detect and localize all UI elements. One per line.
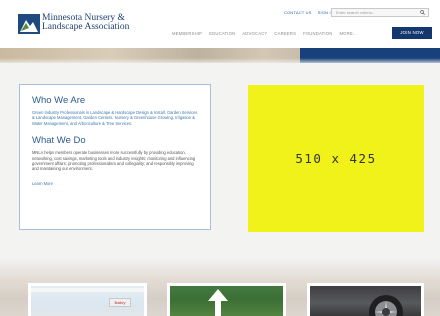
nursery-sign: Bailey	[109, 298, 131, 307]
nursery-sign-text: Bailey	[114, 300, 126, 305]
page: Minnesota Nursery & Landscape Associatio…	[0, 0, 440, 316]
nav-more[interactable]: MORE...	[339, 31, 356, 36]
contact-us-link[interactable]: CONTACT US	[284, 10, 312, 15]
nav-membership[interactable]: MEMBERSHIP	[172, 31, 202, 36]
up-arrow-icon	[208, 289, 228, 316]
utility-links: CONTACT US SIGN IN	[284, 10, 334, 15]
learn-more-link[interactable]: Learn More	[32, 181, 198, 186]
who-we-are-text[interactable]: Green Industry Professionals in Landscap…	[32, 110, 198, 126]
nav-careers[interactable]: CAREERS	[274, 31, 296, 36]
nav-advocacy[interactable]: ADVOCACY	[242, 31, 267, 36]
nav-education[interactable]: EDUCATION	[209, 31, 235, 36]
search-placeholder: Enter search criteria...	[336, 10, 376, 15]
logo-line-2: Landscape Association	[42, 22, 130, 32]
about-panel: Who We Are Green Industry Professionals …	[19, 84, 211, 230]
ad-size-label: 510 x 425	[295, 151, 377, 166]
feature-card-nursery[interactable]: Bailey	[28, 283, 147, 316]
search-input[interactable]: Enter search criteria...	[331, 8, 429, 17]
card-stripe	[31, 288, 144, 292]
what-we-do-heading: What We Do	[32, 135, 86, 147]
what-we-do-text: MNLA helps members operate businesses mo…	[32, 150, 196, 172]
main-nav: MEMBERSHIP EDUCATION ADVOCACY CAREERS FO…	[172, 31, 357, 36]
feature-card-equipment[interactable]	[307, 283, 424, 316]
banner-fade	[0, 58, 440, 65]
feature-card-lawn[interactable]	[167, 283, 286, 316]
ad-placeholder[interactable]: 510 x 425	[248, 85, 424, 232]
logo-text[interactable]: Minnesota Nursery & Landscape Associatio…	[42, 13, 130, 32]
logo-icon[interactable]	[18, 14, 40, 34]
who-we-are-heading: Who We Are	[32, 95, 86, 106]
search-icon[interactable]	[420, 10, 425, 15]
nav-foundation[interactable]: FOUNDATION	[303, 31, 332, 36]
what-we-do-section: What We Do MNLA helps members operate bu…	[32, 135, 198, 186]
site-header: Minnesota Nursery & Landscape Associatio…	[0, 0, 440, 48]
wheel-icon	[369, 295, 403, 316]
join-now-button[interactable]: JOIN NOW	[392, 27, 432, 39]
